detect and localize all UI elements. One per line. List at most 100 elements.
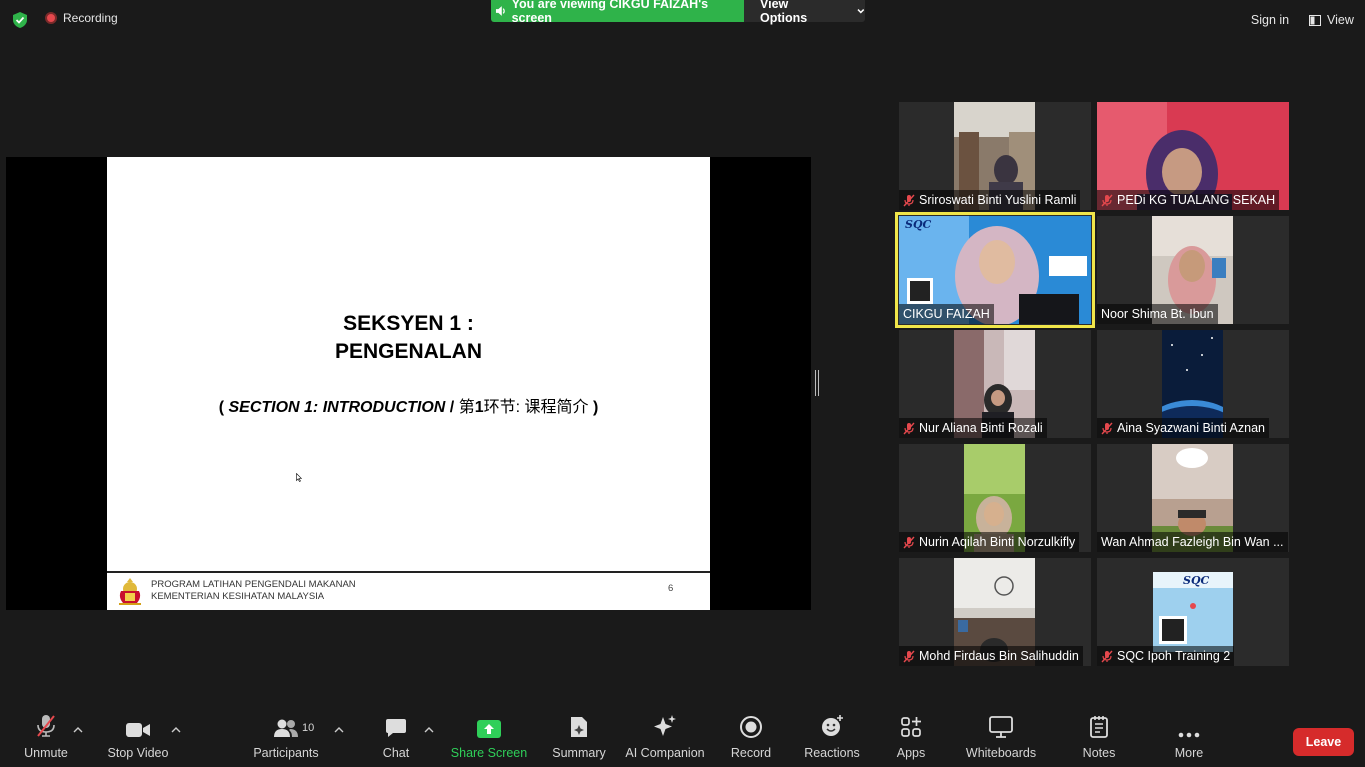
whiteboard-icon (989, 711, 1013, 741)
view-button[interactable]: View (1302, 9, 1358, 31)
subtitle-close: ) (588, 399, 599, 416)
participant-name: Wan Ahmad Fazleigh Bin Wan ... (1101, 535, 1284, 549)
participant-name: PEDi KG TUALANG SEKAH (1117, 193, 1276, 207)
grid-view-icon (1309, 14, 1321, 26)
slide-title: SEKSYEN 1 : PENGENALAN (107, 310, 710, 366)
viewing-banner: You are viewing CIKGU FAIZAH's screen (491, 0, 744, 25)
subtitle-separator: / (445, 399, 459, 416)
participant-name: Mohd Firdaus Bin Salihuddin (919, 649, 1079, 663)
participant-name-tag: Mohd Firdaus Bin Salihuddin (899, 646, 1083, 666)
share-screen-button[interactable]: Share Screen (451, 711, 527, 767)
participant-name-tag: CIKGU FAIZAH (899, 304, 994, 324)
mic-muted-icon (1101, 422, 1113, 434)
recording-label: Recording (63, 11, 118, 25)
ai-companion-label: AI Companion (625, 746, 705, 760)
video-options-caret-icon[interactable] (171, 727, 181, 733)
participant-name-tag: PEDi KG TUALANG SEKAH (1097, 190, 1280, 210)
mic-muted-icon (1101, 650, 1113, 662)
participant-tile[interactable]: Sriroswati Binti Yuslini Ramli (899, 102, 1091, 210)
audio-options-caret-icon[interactable] (73, 727, 83, 733)
participant-tile[interactable]: Mohd Firdaus Bin Salihuddin (899, 558, 1091, 666)
slide-footer-line1: PROGRAM LATIHAN PENGENDALI MAKANAN (151, 579, 356, 590)
participant-name: SQC Ipoh Training 2 (1117, 649, 1231, 663)
participant-name-tag: Nur Aliana Binti Rozali (899, 418, 1047, 438)
participant-tile[interactable]: Nurin Aqilah Binti Norzulkifly (899, 444, 1091, 552)
participants-options-caret-icon[interactable] (334, 727, 344, 733)
shield-icon[interactable] (12, 11, 28, 29)
unmute-label: Unmute (24, 746, 68, 760)
svg-text:SQC: SQC (905, 218, 932, 231)
notes-icon (1089, 711, 1109, 741)
mic-muted-icon (903, 650, 915, 662)
participant-name: Noor Shima Bt. Ibun (1101, 307, 1214, 321)
viewing-banner-text: You are viewing CIKGU FAIZAH's screen (511, 0, 709, 25)
top-bar: Recording You are viewing CIKGU FAIZAH's… (0, 0, 1365, 40)
resize-handle[interactable] (815, 370, 819, 396)
participant-name-tag: Noor Shima Bt. Ibun (1097, 304, 1218, 324)
summary-document-icon (569, 711, 589, 741)
video-camera-icon (125, 711, 151, 741)
more-label: More (1174, 746, 1204, 760)
meeting-toolbar: Unmute Stop Video Participants 10 Chat S… (0, 711, 1365, 767)
mic-muted-icon (903, 422, 915, 434)
participant-tile[interactable]: Aina Syazwani Binti Aznan (1097, 330, 1289, 438)
stop-video-button[interactable]: Stop Video (104, 711, 172, 767)
view-options-button[interactable]: View Options (744, 0, 865, 25)
leave-button[interactable]: Leave (1293, 728, 1354, 756)
malaysia-crest-logo (119, 578, 141, 605)
summary-label: Summary (552, 746, 606, 760)
shared-screen[interactable]: SEKSYEN 1 : PENGENALAN ( SECTION 1: INTR… (6, 157, 811, 610)
participant-tile[interactable]: Wan Ahmad Fazleigh Bin Wan ... (1097, 444, 1289, 552)
slide-footer: PROGRAM LATIHAN PENGENDALI MAKANAN KEMEN… (151, 579, 356, 603)
sign-in-button[interactable]: Sign in (1242, 9, 1298, 31)
subtitle-chinese-a: 第 (458, 399, 475, 416)
presentation-slide: SEKSYEN 1 : PENGENALAN ( SECTION 1: INTR… (107, 157, 710, 610)
ai-companion-button[interactable]: AI Companion (624, 711, 706, 767)
participant-tile-active-speaker[interactable]: SQC CIKGU FAIZAH (895, 212, 1095, 328)
participant-tile[interactable]: Noor Shima Bt. Ibun (1097, 216, 1289, 324)
participant-name: Nurin Aqilah Binti Norzulkifly (919, 535, 1076, 549)
recording-dot-icon (45, 12, 57, 24)
record-label: Record (730, 746, 772, 760)
slide-subtitle: ( SECTION 1: INTRODUCTION / 第1环节: 课程简介 ) (107, 393, 710, 417)
unmute-button[interactable]: Unmute (18, 711, 74, 767)
participant-name: CIKGU FAIZAH (903, 307, 990, 321)
recording-indicator[interactable]: Recording (45, 11, 118, 25)
ai-sparkle-icon (653, 711, 677, 741)
subtitle-chinese-number: 1 (474, 399, 484, 416)
mic-muted-icon (903, 194, 915, 206)
reactions-label: Reactions (804, 746, 860, 760)
participant-name: Nur Aliana Binti Rozali (919, 421, 1043, 435)
slide-footer-line2: KEMENTERIAN KESIHATAN MALAYSIA (151, 591, 325, 602)
chat-label: Chat (382, 746, 410, 760)
whiteboards-label: Whiteboards (965, 746, 1037, 760)
slide-title-line1: SEKSYEN 1 : (343, 312, 474, 335)
summary-button[interactable]: Summary (549, 711, 609, 767)
participants-label: Participants (253, 746, 319, 760)
participant-name: Aina Syazwani Binti Aznan (1117, 421, 1266, 435)
profile-picture: SQC (1153, 572, 1233, 652)
participant-name-tag: Sriroswati Binti Yuslini Ramli (899, 190, 1081, 210)
chat-button[interactable]: Chat (376, 711, 416, 767)
notes-button[interactable]: Notes (1076, 711, 1122, 767)
participant-name-tag: SQC Ipoh Training 2 (1097, 646, 1235, 666)
apps-button[interactable]: Apps (891, 711, 931, 767)
record-icon (740, 711, 762, 741)
svg-text:SQC: SQC (1183, 574, 1210, 587)
participant-tile[interactable]: Nur Aliana Binti Rozali (899, 330, 1091, 438)
whiteboards-button[interactable]: Whiteboards (962, 711, 1040, 767)
participant-name-tag: Aina Syazwani Binti Aznan (1097, 418, 1270, 438)
subtitle-chinese-b: 环节: 课程简介 (483, 399, 589, 416)
more-button[interactable]: More (1166, 711, 1212, 767)
apps-label: Apps (896, 746, 926, 760)
participant-tile[interactable]: SQC SQC Ipoh Training 2 (1097, 558, 1289, 666)
notes-label: Notes (1082, 746, 1116, 760)
participants-count: 10 (302, 722, 315, 734)
record-button[interactable]: Record (726, 711, 776, 767)
chat-options-caret-icon[interactable] (424, 727, 434, 733)
participants-button[interactable]: Participants (252, 711, 320, 767)
reactions-button[interactable]: Reactions (802, 711, 862, 767)
participant-tile[interactable]: PEDi KG TUALANG SEKAH (1097, 102, 1289, 210)
participants-icon (273, 711, 299, 741)
mic-muted-icon (903, 536, 915, 548)
